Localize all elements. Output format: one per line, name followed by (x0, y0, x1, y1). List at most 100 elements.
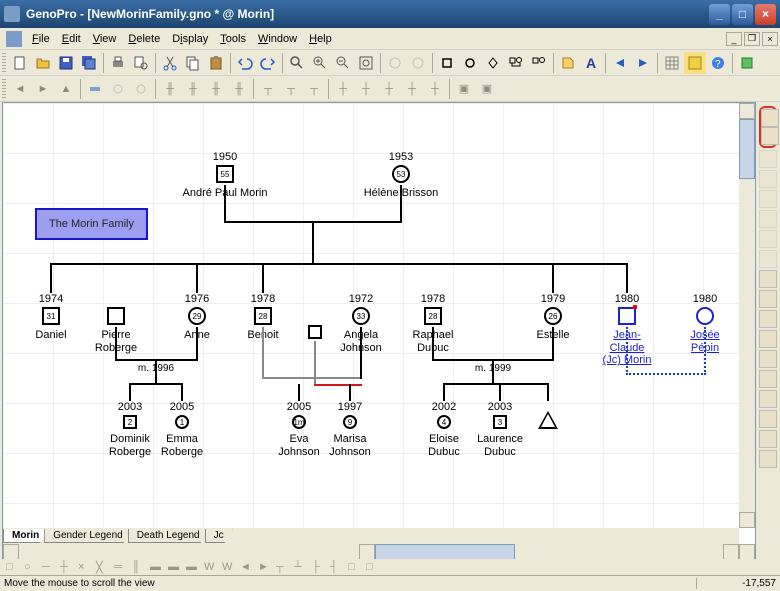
undo-button[interactable] (234, 52, 256, 74)
btool-9[interactable]: ▬ (150, 561, 166, 575)
person-dominik[interactable]: 2 (123, 415, 137, 429)
btool-10[interactable]: ▬ (168, 561, 184, 575)
palette-btn-2[interactable] (761, 127, 779, 145)
btool-6[interactable]: ╳ (96, 561, 112, 575)
tab-jc[interactable]: Jc (205, 529, 233, 543)
tool-female[interactable] (459, 52, 481, 74)
maximize-button[interactable]: □ (732, 4, 753, 25)
nav-up[interactable]: ▲ (55, 78, 77, 100)
menu-file[interactable]: File (26, 31, 56, 47)
btool-15[interactable]: ► (258, 561, 274, 575)
btool-7[interactable]: ═ (114, 561, 130, 575)
menu-view[interactable]: View (87, 31, 123, 47)
person-pierre[interactable] (107, 307, 125, 325)
minimize-button[interactable]: _ (709, 4, 730, 25)
scroll-down-button[interactable] (739, 512, 755, 528)
palette-btn-10[interactable] (759, 290, 777, 308)
menu-help[interactable]: Help (303, 31, 338, 47)
person-helene[interactable]: 53 (392, 165, 410, 183)
menu-edit[interactable]: Edit (56, 31, 87, 47)
btool-19[interactable]: ┤ (330, 561, 346, 575)
palette-btn-6[interactable] (759, 210, 777, 228)
btool-21[interactable]: □ (366, 561, 382, 575)
person-emma[interactable]: 1 (175, 415, 189, 429)
rel-tool-2[interactable]: ╫ (182, 78, 204, 100)
person-jc[interactable] (618, 307, 636, 325)
btool-8[interactable]: ║ (132, 561, 148, 575)
open-button[interactable] (32, 52, 54, 74)
tool-snap[interactable] (684, 52, 706, 74)
scroll-right-button[interactable] (723, 544, 739, 560)
link-tool-2[interactable]: ┼ (355, 78, 377, 100)
menu-display[interactable]: Display (166, 31, 214, 47)
person-josee[interactable] (696, 307, 714, 325)
horizontal-scrollbar[interactable] (3, 544, 755, 560)
person-raphael[interactable]: 28 (424, 307, 442, 325)
palette-btn-13[interactable] (759, 350, 777, 368)
redo-button[interactable] (257, 52, 279, 74)
nav-back[interactable]: ◄ (9, 78, 31, 100)
tool-family2[interactable] (528, 52, 550, 74)
cut-button[interactable] (159, 52, 181, 74)
gen-tool-1[interactable]: ▣ (453, 78, 475, 100)
nav-forward[interactable]: ► (32, 78, 54, 100)
zoom-in-button[interactable] (309, 52, 331, 74)
tree-tool-3[interactable] (130, 78, 152, 100)
tool-male[interactable] (436, 52, 458, 74)
palette-btn-8[interactable] (759, 250, 777, 268)
new-button[interactable] (9, 52, 31, 74)
btool-17[interactable]: ┴ (294, 561, 310, 575)
save-button[interactable] (55, 52, 77, 74)
palette-btn-15[interactable] (759, 390, 777, 408)
tool-arrow-left[interactable] (609, 52, 631, 74)
find-button[interactable] (286, 52, 308, 74)
link-tool-5[interactable]: ┼ (424, 78, 446, 100)
doc-close-button[interactable]: × (762, 32, 778, 46)
doc-restore-button[interactable]: ❐ (744, 32, 760, 46)
scroll-up-button[interactable] (739, 103, 755, 119)
btool-16[interactable]: ┬ (276, 561, 292, 575)
toolbar-grip[interactable] (2, 53, 6, 73)
palette-btn-18[interactable] (759, 450, 777, 468)
palette-btn-12[interactable] (759, 330, 777, 348)
link-tool-3[interactable]: ┼ (378, 78, 400, 100)
btool-20[interactable]: □ (348, 561, 364, 575)
tool-text[interactable]: A (580, 52, 602, 74)
rel-tool-3[interactable]: ╫ (205, 78, 227, 100)
person-angela[interactable]: 33 (352, 307, 370, 325)
btool-13[interactable]: W (222, 561, 238, 575)
copy-button[interactable] (182, 52, 204, 74)
palette-btn-11[interactable] (759, 310, 777, 328)
palette-btn-7[interactable] (759, 230, 777, 248)
btool-1[interactable]: □ (6, 561, 22, 575)
palette-btn-17[interactable] (759, 430, 777, 448)
scroll-thumb[interactable] (739, 119, 755, 179)
tool-grid[interactable] (661, 52, 683, 74)
zoom-btn-a[interactable] (384, 52, 406, 74)
menu-tools[interactable]: Tools (214, 31, 252, 47)
genogram-canvas[interactable]: The Morin Family 1950 55 André Paul Mori… (3, 103, 739, 528)
link-tool-4[interactable]: ┼ (401, 78, 423, 100)
scroll-left-button[interactable] (3, 544, 19, 560)
zoom-fit-button[interactable] (355, 52, 377, 74)
child-tool-3[interactable]: ┬ (303, 78, 325, 100)
tab-gender-legend[interactable]: Gender Legend (44, 529, 132, 543)
save-all-button[interactable] (78, 52, 100, 74)
scroll-thumb-h[interactable] (375, 544, 515, 560)
palette-btn-4[interactable] (759, 170, 777, 188)
tree-tool-2[interactable] (107, 78, 129, 100)
tab-death-legend[interactable]: Death Legend (128, 529, 209, 543)
close-button[interactable]: × (755, 4, 776, 25)
child-tool-1[interactable]: ┬ (257, 78, 279, 100)
person-anne[interactable]: 29 (188, 307, 206, 325)
vertical-scrollbar[interactable] (739, 103, 755, 528)
palette-btn-5[interactable] (759, 190, 777, 208)
palette-btn-1[interactable] (761, 109, 779, 127)
child-tool-2[interactable]: ┬ (280, 78, 302, 100)
person-unknown-male[interactable] (308, 325, 322, 339)
person-andre[interactable]: 55 (216, 165, 234, 183)
preview-button[interactable] (130, 52, 152, 74)
tree-tool-1[interactable] (84, 78, 106, 100)
tool-unknown[interactable] (482, 52, 504, 74)
tool-label[interactable] (557, 52, 579, 74)
